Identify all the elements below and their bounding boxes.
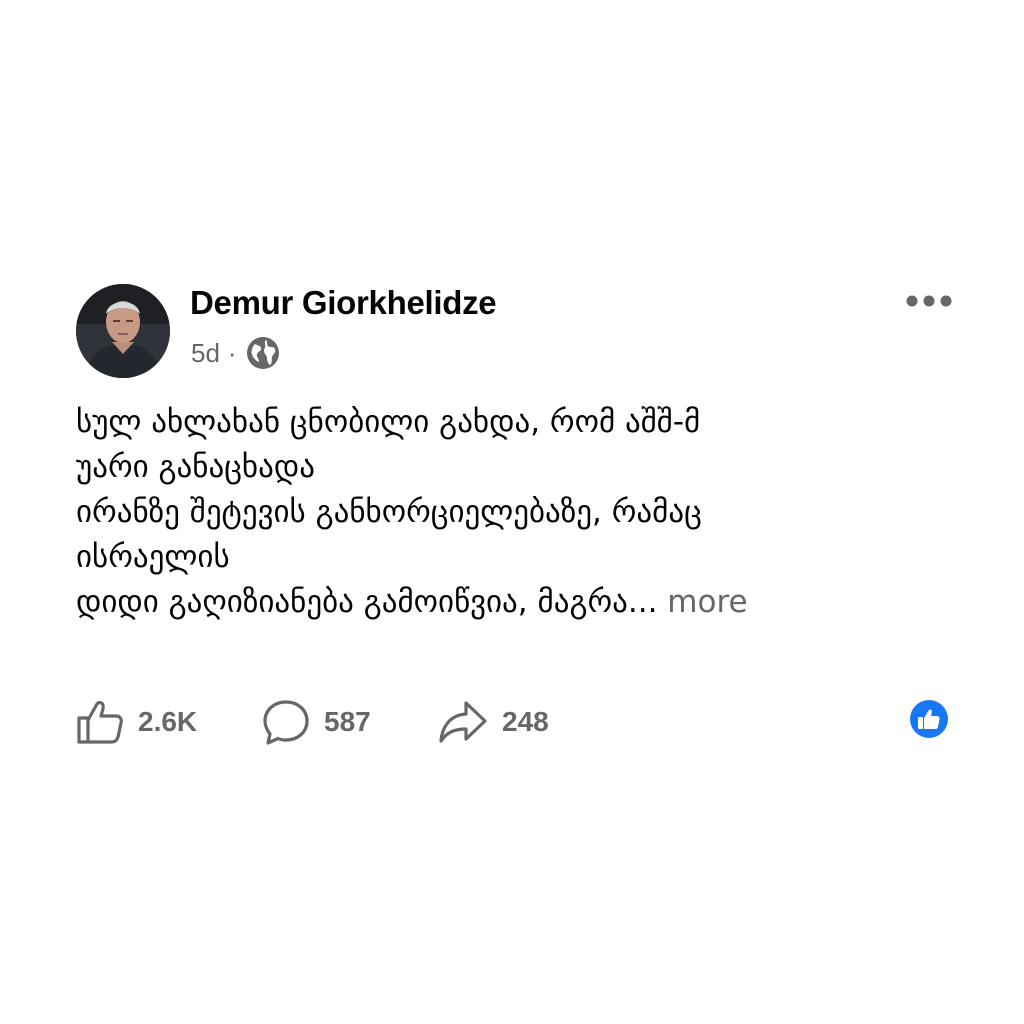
comment-count: 587	[324, 706, 371, 737]
post-text: სულ ახლახან ცნობილი გახდა, რომ აშშ-მ უარ…	[76, 400, 956, 625]
comment-button[interactable]: 587	[262, 696, 371, 748]
see-more-link[interactable]: more	[667, 584, 747, 620]
comment-icon	[263, 700, 309, 745]
globe-icon[interactable]	[246, 336, 280, 370]
facebook-post: Demur Giorkhelidze 5d · სულ ახლახან ცნობ…	[0, 0, 1024, 1024]
thumbs-up-icon	[77, 701, 123, 744]
post-text-line: უარი განაცხადა	[76, 449, 315, 485]
share-count: 248	[502, 706, 549, 737]
author-name[interactable]: Demur Giorkhelidze	[190, 284, 497, 322]
post-text-line: დიდი გაღიზიანება გამოიწვია, მაგრა...	[76, 584, 658, 620]
post-text-line: ირანზე შეტევის განხორციელებაზე, რამაც	[76, 494, 702, 530]
post-meta: 5d ·	[191, 336, 280, 370]
meta-separator: ·	[227, 337, 237, 368]
more-options-icon[interactable]	[904, 288, 954, 314]
post-text-line-last: დიდი გაღიზიანება გამოიწვია, მაგრა... mor…	[76, 580, 956, 625]
share-icon	[439, 701, 487, 743]
like-reaction-icon[interactable]	[910, 700, 948, 738]
avatar[interactable]	[76, 284, 170, 378]
post-time[interactable]: 5d	[191, 338, 220, 369]
share-button[interactable]: 248	[438, 696, 549, 748]
like-button[interactable]: 2.6K	[76, 696, 197, 748]
post-text-line: სულ ახლახან ცნობილი გახდა, რომ აშშ-მ	[76, 404, 701, 440]
post-text-line: ისრაელის	[76, 539, 230, 575]
action-bar: 2.6K 587 248	[76, 696, 956, 748]
like-count: 2.6K	[138, 706, 198, 737]
